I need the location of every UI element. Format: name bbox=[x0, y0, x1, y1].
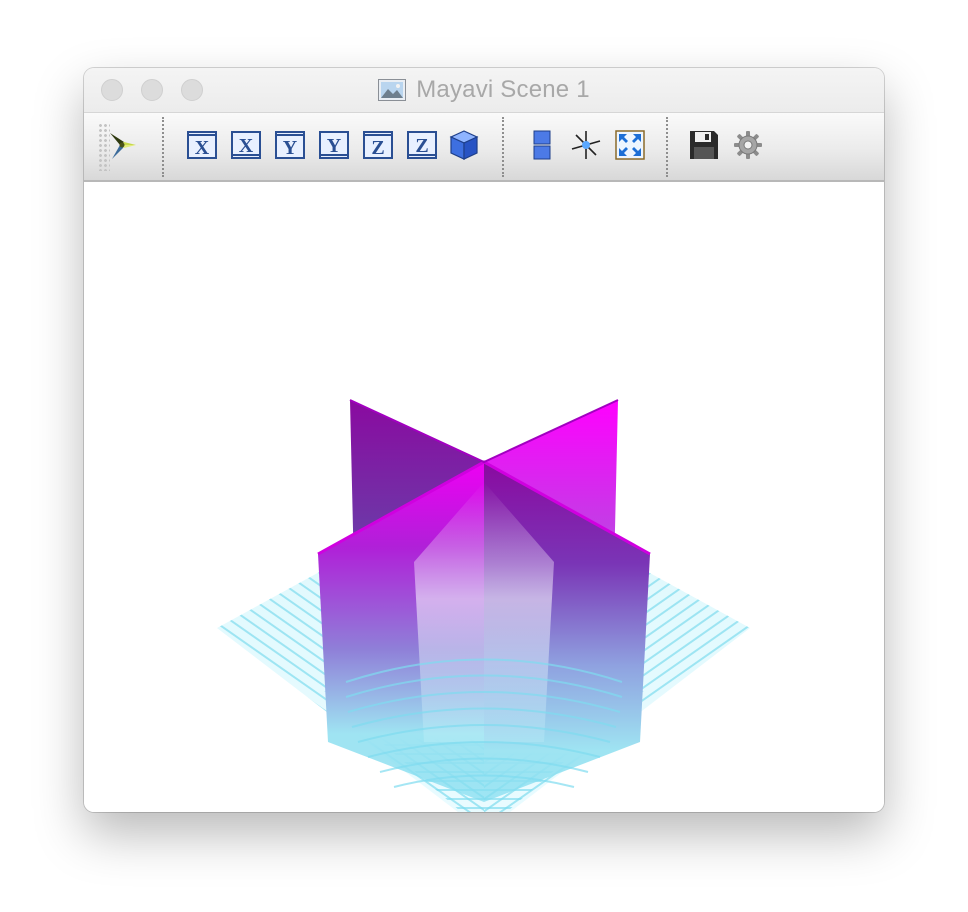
desktop-background: Mayavi Scene 1 X X Y Y Z Z bbox=[0, 0, 968, 912]
view-x-negative-label: X bbox=[239, 135, 254, 157]
view-x-positive-label: X bbox=[195, 137, 210, 159]
full-screen-icon bbox=[615, 130, 645, 160]
window-title-area: Mayavi Scene 1 bbox=[84, 68, 884, 112]
isometric-view-button[interactable] bbox=[448, 129, 480, 161]
show-axes-button[interactable] bbox=[570, 129, 602, 161]
view-z-positive-label: Z bbox=[371, 137, 384, 159]
floppy-disk-icon bbox=[690, 131, 718, 159]
cube-icon bbox=[449, 130, 479, 160]
mayavi-window: Mayavi Scene 1 X X Y Y Z Z bbox=[84, 68, 884, 812]
view-y-positive-button[interactable]: Y bbox=[274, 129, 306, 161]
full-screen-button[interactable] bbox=[614, 129, 646, 161]
view-z-positive-button[interactable]: Z bbox=[362, 129, 394, 161]
scene-document-icon bbox=[378, 79, 407, 101]
title-bar[interactable]: Mayavi Scene 1 bbox=[84, 68, 884, 113]
toolbar-separator bbox=[502, 117, 504, 177]
mayavi-logo-icon bbox=[106, 129, 138, 161]
toolbar-separator bbox=[666, 117, 668, 177]
view-x-positive-button[interactable]: X bbox=[186, 129, 218, 161]
view-z-negative-button[interactable]: Z bbox=[406, 129, 438, 161]
parallel-projection-button[interactable] bbox=[526, 129, 558, 161]
window-title: Mayavi Scene 1 bbox=[416, 76, 590, 103]
view-y-positive-label: Y bbox=[283, 137, 298, 159]
scene-render bbox=[217, 399, 750, 812]
configure-scene-button[interactable] bbox=[732, 129, 764, 161]
save-button[interactable] bbox=[688, 129, 720, 161]
toolbar-separator bbox=[162, 117, 164, 177]
scene-toolbar: X X Y Y Z Z bbox=[84, 113, 884, 182]
3d-scene-viewport[interactable] bbox=[84, 182, 884, 812]
view-y-negative-label: Y bbox=[327, 135, 342, 157]
gear-icon bbox=[734, 131, 762, 159]
view-x-negative-button[interactable]: X bbox=[230, 129, 262, 161]
view-y-negative-button[interactable]: Y bbox=[318, 129, 350, 161]
view-z-negative-label: Z bbox=[415, 135, 428, 157]
axes-icon bbox=[571, 131, 601, 159]
projection-icon bbox=[533, 130, 551, 160]
